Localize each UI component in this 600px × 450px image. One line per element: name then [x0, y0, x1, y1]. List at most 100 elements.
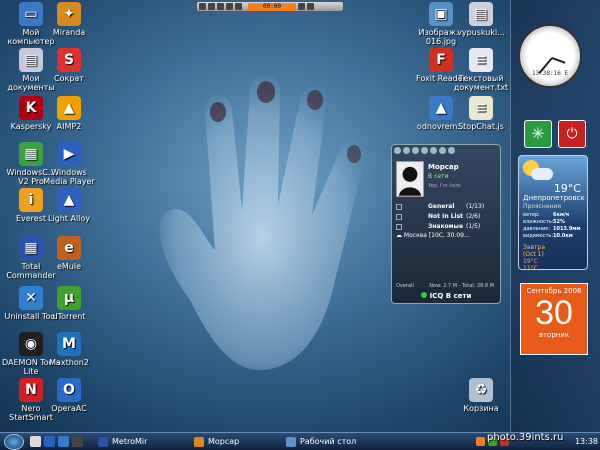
desktop-icon[interactable]: ≡ StopChat.js [450, 96, 512, 131]
avatar-silhouette-icon [398, 166, 422, 196]
calendar-weekday: вторник [538, 331, 570, 339]
desktop-icon-label: AIMP2 [56, 122, 82, 131]
desktop-icon[interactable]: O OperaAC [38, 378, 100, 413]
next-icon[interactable] [235, 3, 242, 10]
taskbar-button-label: Морсар [208, 437, 240, 446]
miranda-task-icon [194, 437, 204, 447]
status-icon[interactable] [403, 147, 410, 154]
close-icon[interactable] [307, 3, 314, 10]
taskbar-button[interactable]: Рабочий стол [286, 435, 356, 449]
contact-group[interactable]: Not In List (2/6) [396, 212, 496, 222]
desktop-icon-label: eMule [56, 262, 82, 271]
history-icon[interactable] [439, 147, 446, 154]
clock-hour-hand [551, 57, 566, 64]
weather-city: Днепропетровск [523, 194, 585, 202]
weather-tomorrow: Завтра (Oct 1) 19°C 11°C [523, 244, 546, 272]
desktop-icon-label: Maxthon2 [49, 358, 89, 367]
desktop-icon[interactable]: M Maxthon2 [38, 332, 100, 367]
media-time-display: 00:00 [248, 2, 296, 11]
emule-icon: e [57, 236, 81, 260]
desktop-icon-label: StopChat.js [458, 122, 504, 131]
desktop-icon[interactable]: e eMule [38, 236, 100, 271]
icq-status-message[interactable]: Yep, I'm here. [428, 183, 462, 189]
search-icon[interactable] [412, 147, 419, 154]
weather-gadget[interactable]: 19°C Днепропетровск Прояснения ветер: 6км… [518, 155, 588, 272]
stop-icon[interactable] [226, 3, 233, 10]
quicklaunch-maxthon-icon[interactable] [44, 436, 55, 447]
desktop-icon[interactable]: S Сократ [38, 48, 100, 83]
desktop-icon-label: Windows Media Player [43, 168, 95, 186]
weather-sun-cloud-icon [523, 160, 553, 182]
clock-gadget[interactable]: 13:38:16 E [518, 24, 582, 88]
menu-icon[interactable] [394, 147, 401, 154]
weather-details: ветер: 6км/ч влажность:52% давление: 1013.… [523, 212, 581, 239]
start-button[interactable] [4, 434, 24, 450]
quicklaunch-show-desktop-icon[interactable] [72, 436, 83, 447]
contact-group[interactable]: Знакомые (1/5) [396, 222, 496, 232]
sun-icon: ✳ [531, 124, 545, 143]
quicklaunch-explorer-icon[interactable] [58, 436, 69, 447]
desktop-icon[interactable]: ▶ Windows Media Player [38, 142, 100, 186]
icq-weather-contact[interactable]: ☁ Москва [10C, 30.09... [396, 232, 496, 239]
pause-icon[interactable] [217, 3, 224, 10]
recycle-bin-icon: ♻ [469, 378, 493, 402]
expand-icon[interactable] [396, 214, 402, 220]
desktop-icon[interactable]: ▲ AIMP2 [38, 96, 100, 131]
text-file-icon: ≡ [469, 48, 493, 72]
desktop-task-icon [286, 437, 296, 447]
desktop-icon[interactable]: ✦ Miranda [38, 2, 100, 37]
watermark: photo.39ints.ru [487, 432, 564, 443]
icq-contact-window[interactable]: Морсар В сети Yep, I'm here. General (1/… [391, 144, 501, 304]
tray-media-icon[interactable] [476, 437, 485, 446]
calendar-gadget[interactable]: Сентябрь 2008 30 вторник [520, 283, 588, 355]
desktop-icon-label: Сократ [54, 74, 84, 83]
desktop-icon-label: OperaAC [51, 404, 87, 413]
media-player-bar[interactable]: 00:00 [196, 1, 344, 12]
taskbar-button-label: Рабочий стол [300, 437, 357, 446]
desktop-icon-label: uTorrent [52, 312, 86, 321]
media-player-icon: ▶ [57, 142, 81, 166]
desktop-icon[interactable]: ♻ Корзина [450, 378, 512, 413]
desktop-icon[interactable]: ▤ vypuskuki... [450, 2, 512, 37]
icq-traffic: Overall Now: 2.7 M - Total: 28.8 M [396, 283, 494, 289]
contact-group[interactable]: General (1/13) [396, 202, 496, 212]
sokrat-icon: S [57, 48, 81, 72]
icq-toolbar [392, 145, 500, 157]
taskbar-button[interactable]: MetroMir [98, 435, 147, 449]
opera-icon: O [57, 378, 81, 402]
power-icon: ⏻ [566, 126, 578, 142]
icq-status-button[interactable]: ICQ В сети [392, 292, 500, 300]
script-file-icon: ≡ [469, 96, 493, 120]
maxthon-icon: M [57, 332, 81, 356]
desktop-icon-label: Light Alloy [47, 214, 91, 223]
desktop-icon[interactable]: ≡ Текстовый документ.txt [450, 48, 512, 92]
desktop-icon[interactable]: µ uTorrent [38, 286, 100, 321]
desktop-icon[interactable]: ▲ Light Alloy [38, 188, 100, 223]
icq-nickname: Морсар [428, 163, 459, 171]
expand-icon[interactable] [396, 204, 402, 210]
pdf-file-icon: ▤ [469, 2, 493, 26]
play-icon[interactable] [208, 3, 215, 10]
quicklaunch-desktop-icon[interactable] [30, 436, 41, 447]
prev-icon[interactable] [199, 3, 206, 10]
taskbar-button[interactable]: Морсар [194, 435, 239, 449]
aimp-icon: ▲ [57, 96, 81, 120]
utorrent-icon: µ [57, 286, 81, 310]
frosted-hand-wallpaper [159, 75, 366, 370]
tray-clock[interactable]: 13:38 [575, 435, 598, 449]
eject-icon[interactable] [298, 3, 305, 10]
desktop-icon-label: Корзина [463, 404, 499, 413]
icq-status-text[interactable]: В сети [428, 173, 448, 180]
cloud-icon: ☁ [396, 232, 404, 239]
green-gadget-button[interactable]: ✳ [524, 120, 552, 148]
taskbar-button-label: MetroMir [112, 437, 148, 446]
icq-profile: Морсар В сети Yep, I'm here. [396, 161, 498, 197]
power-gadget-button[interactable]: ⏻ [558, 120, 586, 148]
avatar[interactable] [396, 161, 424, 197]
metromir-icon [98, 437, 108, 447]
options-icon[interactable] [448, 147, 455, 154]
settings-icon[interactable] [421, 147, 428, 154]
light-alloy-icon: ▲ [57, 188, 81, 212]
expand-icon[interactable] [396, 224, 402, 230]
sound-icon[interactable] [430, 147, 437, 154]
